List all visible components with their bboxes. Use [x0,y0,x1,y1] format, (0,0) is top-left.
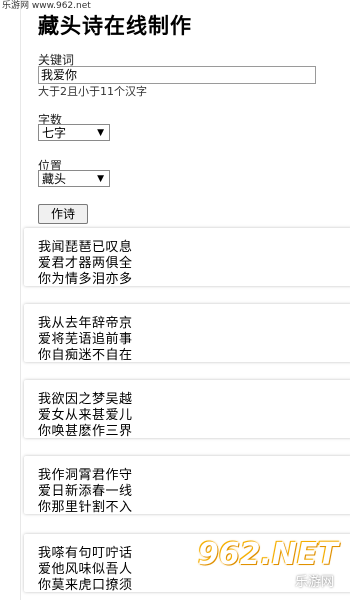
position-selected: 藏头 [42,172,67,186]
poem-card: 我闻琵琶已叹息 爱君才器两俱全 你为情多泪亦多 [24,228,350,287]
keyword-hint: 大于2且小于11个汉字 [38,85,147,98]
logo-subtext: 乐游网 [294,575,334,590]
poem-line: 你那里针割不入 [38,500,133,515]
page-title: 藏头诗在线制作 [38,14,192,38]
poem-line: 你自痴迷不自在 [38,348,133,363]
generate-poem-button[interactable]: 作诗 [38,204,88,224]
poem-card: 我作洞霄君作守 爱日新添春一线 你那里针割不入 [24,456,350,515]
word-count-selected: 七字 [42,126,67,140]
word-count-select[interactable]: 七字 ▼ [38,124,110,141]
position-select[interactable]: 藏头 ▼ [38,170,110,187]
watermark-logo: 962.NET 乐游网 [198,537,344,594]
dropdown-arrow-icon: ▼ [97,128,104,138]
poem-line: 你莫来虎口撩须 [38,578,133,593]
poem-card: 我从去年辞帝京 爱将芜语追前事 你自痴迷不自在 [24,304,350,363]
dropdown-arrow-icon: ▼ [97,174,104,184]
logo-text: 962.NET [197,537,338,572]
poem-line: 你唤甚麽作三界 [38,424,133,439]
poem-line: 你为情多泪亦多 [38,272,133,287]
poem-card: 我欲因之梦吴越 爱女从来甚爱儿 你唤甚麽作三界 [24,380,350,439]
keyword-input[interactable]: 我爱你 [38,66,316,84]
